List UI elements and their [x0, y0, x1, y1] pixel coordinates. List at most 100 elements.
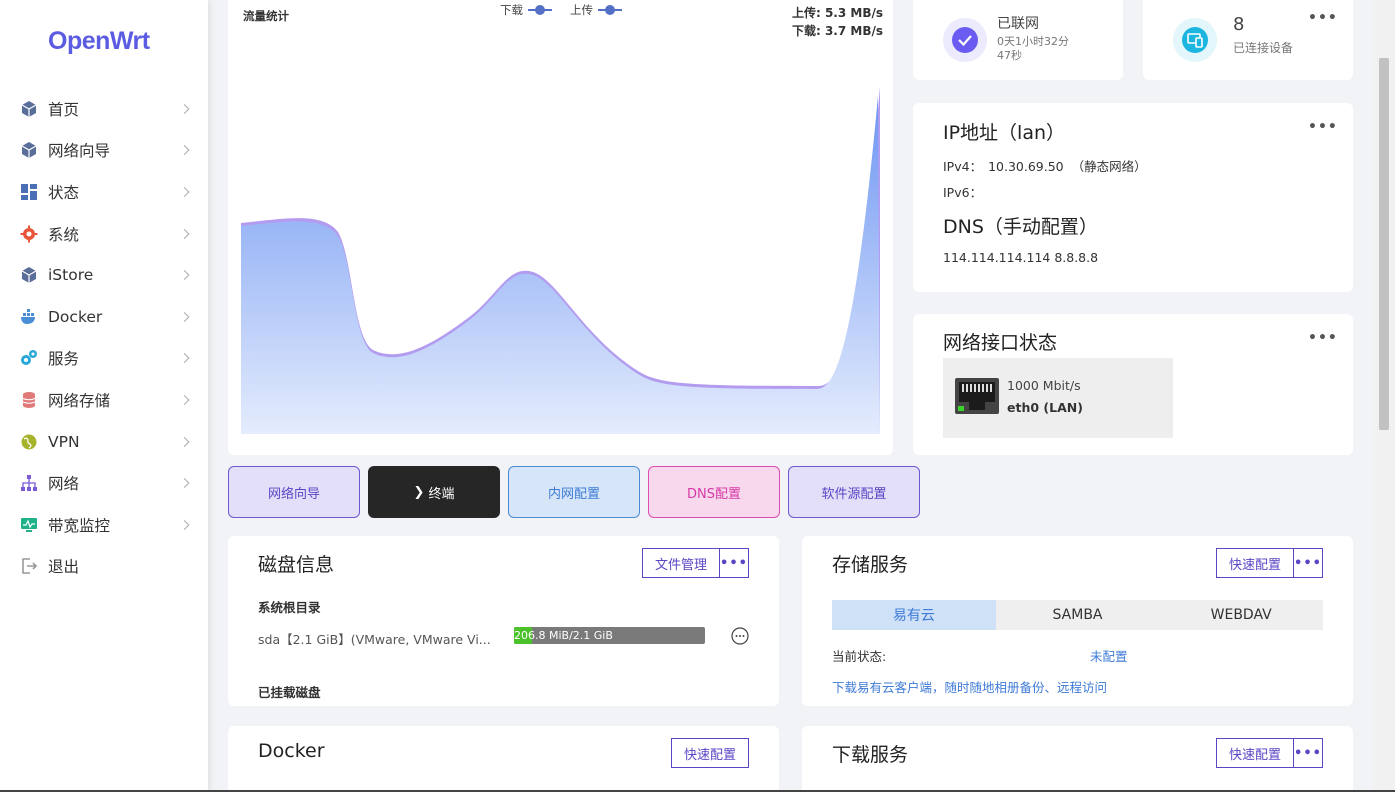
- disk-info-card: 磁盘信息 文件管理 ••• 系统根目录 sda【2.1 GiB】(VMware,…: [228, 536, 779, 706]
- ipv4-row: IPv4： 10.30.69.50 （静态网络）: [943, 159, 1147, 174]
- scrollbar-thumb[interactable]: [1379, 58, 1389, 430]
- quick-network-wizard-button[interactable]: 网络向导: [228, 466, 360, 518]
- chevron-right-icon: [179, 311, 190, 322]
- sidebar-item-system[interactable]: 系统: [0, 213, 208, 255]
- chevron-right-icon: [179, 228, 190, 239]
- more-options-button[interactable]: •••: [719, 548, 749, 578]
- more-options-button[interactable]: •••: [1293, 548, 1323, 578]
- legend-download[interactable]: 下载: [500, 2, 552, 18]
- sidebar-item-label: 服务: [48, 350, 80, 369]
- globe-icon: [21, 434, 37, 450]
- interface-name: eth0 (LAN): [1007, 400, 1083, 415]
- sidebar-item-network-wizard[interactable]: 网络向导: [0, 130, 208, 172]
- chevron-right-icon: [179, 270, 190, 281]
- sidebar-item-label: 首页: [48, 100, 80, 119]
- sidebar-item-label: 网络向导: [48, 142, 111, 161]
- status-label: 当前状态:: [832, 649, 887, 664]
- chevron-right-icon: [179, 187, 190, 197]
- quick-terminal-button[interactable]: ❯ 终端: [368, 466, 500, 518]
- sidebar-item-label: 状态: [48, 183, 80, 202]
- interface-eth0[interactable]: 1000 Mbit/s eth0 (LAN): [943, 358, 1173, 438]
- quick-software-source-button[interactable]: 软件源配置: [788, 466, 920, 518]
- sidebar-item-label: iStore: [48, 266, 94, 285]
- device-count: 8: [1233, 14, 1245, 35]
- sidebar-item-istore[interactable]: iStore: [0, 254, 208, 296]
- more-icon[interactable]: •••: [1308, 119, 1338, 135]
- legend-marker-icon: [528, 5, 552, 15]
- sidebar-item-logout[interactable]: 退出: [0, 546, 208, 588]
- file-manage-button[interactable]: 文件管理: [642, 548, 720, 578]
- gears-icon: [21, 350, 37, 366]
- docker-card: Docker 快速配置: [228, 726, 779, 792]
- chevron-right-icon: [179, 145, 190, 156]
- cube-icon: [21, 267, 37, 284]
- ethernet-port-icon: [955, 378, 999, 414]
- more-icon[interactable]: •••: [1308, 10, 1338, 26]
- chevron-right-icon: [179, 436, 190, 447]
- sidebar-item-network[interactable]: 网络: [0, 462, 208, 504]
- chevron-right-icon: [179, 103, 190, 114]
- ipv6-row: IPv6：: [943, 185, 983, 200]
- mounted-label: 已挂载磁盘: [258, 685, 321, 700]
- sidebar-item-home[interactable]: 首页: [0, 88, 208, 130]
- legend-marker-icon: [598, 5, 622, 15]
- sidebar-item-label: VPN: [48, 432, 80, 451]
- docker-icon: [21, 308, 35, 324]
- disk-title: 磁盘信息: [258, 554, 335, 576]
- interface-title: 网络接口状态: [943, 332, 1058, 354]
- tab-samba[interactable]: SAMBA: [996, 600, 1160, 630]
- sidebar-item-docker[interactable]: Docker: [0, 296, 208, 338]
- chevron-right-icon: [179, 353, 190, 364]
- quick-dns-config-button[interactable]: DNS配置: [648, 466, 780, 518]
- sidebar-item-vpn[interactable]: VPN: [0, 421, 208, 463]
- network-status-title: 已联网: [997, 16, 1039, 32]
- traffic-chart-card: 流量统计 下载 上传 上传: 5.3 MB/s 下载: 3.7 MB/s: [228, 0, 893, 455]
- storage-tabs: 易有云 SAMBA WEBDAV: [832, 600, 1323, 630]
- download-rate: 下载: 3.7 MB/s: [791, 24, 883, 38]
- ip-title: IP地址（lan）: [943, 122, 1066, 144]
- dns-value: 114.114.114.114 8.8.8.8: [943, 250, 1099, 265]
- status-value[interactable]: 未配置: [1090, 646, 1128, 665]
- database-icon: [22, 391, 36, 408]
- download-title: 下载服务: [832, 744, 909, 766]
- docker-quick-config-button[interactable]: 快速配置: [671, 738, 749, 768]
- interface-speed: 1000 Mbit/s: [1007, 378, 1081, 393]
- storage-quick-config-button[interactable]: 快速配置: [1216, 548, 1294, 578]
- download-service-card: 下载服务 快速配置 •••: [802, 726, 1353, 792]
- upload-rate: 上传: 5.3 MB/s: [791, 6, 883, 20]
- download-area: [241, 96, 880, 434]
- quick-lan-config-button[interactable]: 内网配置: [508, 466, 640, 518]
- root-label: 系统根目录: [258, 600, 321, 615]
- cube-icon: [21, 100, 37, 117]
- sidebar-item-label: 退出: [48, 558, 80, 577]
- sidebar-item-status[interactable]: 状态: [0, 171, 208, 213]
- ip-address-card: IP地址（lan） ••• IPv4： 10.30.69.50 （静态网络） I…: [913, 103, 1353, 292]
- sidebar-item-bandwidth[interactable]: 带宽监控: [0, 504, 208, 546]
- tab-webdav[interactable]: WEBDAV: [1159, 600, 1323, 630]
- traffic-chart: [241, 86, 880, 434]
- grid-icon: [21, 183, 37, 200]
- sidebar-item-services[interactable]: 服务: [0, 338, 208, 380]
- interface-status-card: 网络接口状态 ••• 1000 Mbit/s eth0 (LAN): [913, 314, 1353, 455]
- more-options-button[interactable]: •••: [1293, 738, 1323, 768]
- more-circle-icon[interactable]: [731, 627, 749, 645]
- devices-icon: [1173, 18, 1217, 62]
- online-check-icon: [943, 18, 987, 62]
- tab-yiyouyun[interactable]: 易有云: [832, 600, 996, 630]
- more-icon[interactable]: •••: [1308, 330, 1338, 346]
- disk-usage-bar: 206.8 MiB/2.1 GiB: [514, 627, 705, 644]
- download-client-link[interactable]: 下载易有云客户端，随时随地相册备份、远程访问: [832, 677, 1107, 696]
- docker-title: Docker: [258, 740, 325, 762]
- download-quick-config-button[interactable]: 快速配置: [1216, 738, 1294, 768]
- chevron-right-icon: [179, 395, 190, 405]
- disk-device: sda【2.1 GiB】(VMware, VMware Vi...: [258, 632, 491, 647]
- openwrt-logo[interactable]: OpenWrt: [48, 27, 150, 56]
- devices-card: 8 已连接设备 •••: [1143, 0, 1353, 80]
- page-scrollbar[interactable]: [1373, 0, 1395, 792]
- monitor-icon: [21, 517, 37, 532]
- storage-title: 存储服务: [832, 554, 909, 576]
- cube-icon: [21, 142, 37, 159]
- traffic-rates: 上传: 5.3 MB/s 下载: 3.7 MB/s: [792, 4, 883, 40]
- sidebar-item-nas[interactable]: 网络存储: [0, 379, 208, 421]
- legend-upload[interactable]: 上传: [570, 2, 622, 18]
